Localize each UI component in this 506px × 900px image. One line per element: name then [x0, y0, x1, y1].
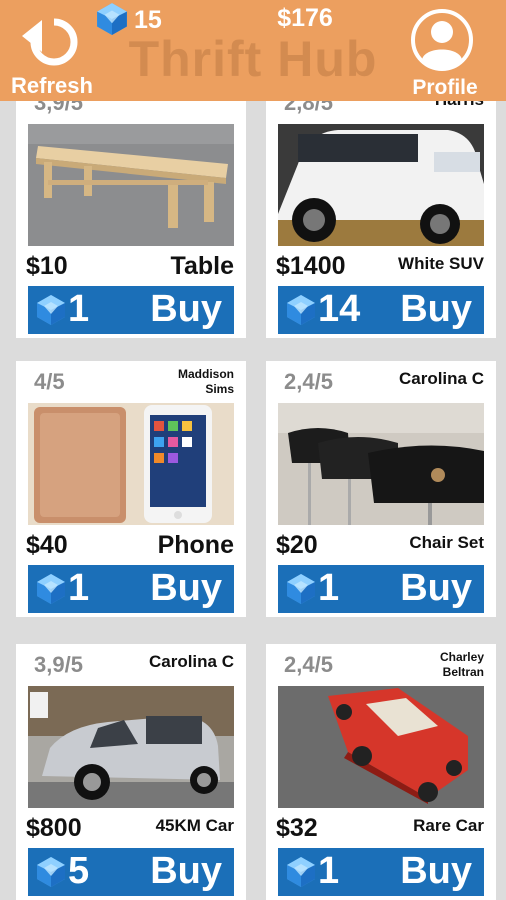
listing-card: 4/5 Maddison Sims $40 Phone 1 Buy: [16, 361, 246, 617]
item-price: $10: [26, 252, 68, 280]
item-price: $800: [26, 814, 82, 842]
gem-cost: 1: [68, 567, 90, 609]
item-price: $32: [276, 814, 318, 842]
seller-rating: 3,9/5: [34, 652, 83, 677]
item-photo-toy-car: [278, 686, 484, 808]
profile-button[interactable]: Profile: [404, 6, 500, 99]
gem-icon: [286, 573, 316, 605]
buy-label: Buy: [150, 850, 222, 892]
refresh-button[interactable]: Refresh: [2, 8, 102, 98]
buy-label: Buy: [150, 288, 222, 330]
seller-rating: 2,4/5: [284, 652, 333, 677]
listing-card: 2,8/5 Harris $1400 White SUV 14 Buy: [266, 82, 496, 338]
refresh-icon: [22, 18, 78, 66]
gem-cost: 5: [68, 850, 90, 892]
user-icon: [411, 9, 473, 71]
item-photo-table: [28, 124, 234, 246]
seller-name: Carolina C: [148, 652, 234, 671]
gem-icon: [286, 294, 316, 326]
item-name: Table: [170, 252, 234, 280]
gem-balance: 15: [96, 2, 186, 36]
buy-label: Buy: [150, 567, 222, 609]
item-name: Rare Car: [413, 816, 484, 835]
buy-label: Buy: [400, 288, 472, 330]
item-name: 45KM Car: [155, 816, 234, 835]
buy-button[interactable]: 1 Buy: [28, 565, 234, 613]
seller-name-line: Sims: [205, 382, 234, 396]
seller-rating: 2,4/5: [284, 369, 333, 394]
seller-rating: 4/5: [34, 369, 65, 394]
item-photo-microcar: [28, 686, 234, 808]
seller-name: Charley Beltran: [440, 650, 484, 680]
buy-button[interactable]: 14 Buy: [278, 286, 484, 334]
item-price: $40: [26, 531, 68, 559]
item-photo-chairs: [278, 403, 484, 525]
money-balance: $176: [277, 4, 333, 32]
gem-icon: [36, 573, 66, 605]
buy-button[interactable]: 1 Buy: [28, 286, 234, 334]
item-price: $20: [276, 531, 318, 559]
gem-icon: [286, 856, 316, 888]
buy-button[interactable]: 1 Buy: [278, 565, 484, 613]
item-name: White SUV: [398, 254, 484, 273]
app-header: Thrift Hub Refresh 15 $176 Profile: [0, 0, 506, 101]
listing-card: 3,9/5 Carolina C $800 45KM Car 5 Buy: [16, 644, 246, 900]
seller-name-line: Charley: [439, 650, 484, 664]
seller-name-line: Maddison: [178, 367, 234, 381]
gem-icon: [96, 2, 128, 36]
gem-cost: 1: [318, 850, 340, 892]
item-name: Chair Set: [409, 533, 484, 552]
seller-name-line: Beltran: [442, 665, 484, 679]
gem-cost: 14: [318, 288, 361, 330]
gem-cost: 1: [318, 567, 340, 609]
buy-label: Buy: [400, 850, 472, 892]
item-photo-phone: [28, 403, 234, 525]
seller-name: Carolina C: [398, 369, 484, 388]
buy-button[interactable]: 1 Buy: [278, 848, 484, 896]
gem-count-value: 15: [134, 6, 162, 34]
item-name: Phone: [157, 531, 234, 559]
profile-label: Profile: [412, 76, 478, 99]
listing-card: 3,9/5 $10 Table 1 Buy: [16, 82, 246, 338]
gem-icon: [36, 856, 66, 888]
listing-card: 2,4/5 Charley Beltran $32 Rare Car 1 Buy: [266, 644, 496, 900]
item-photo-suv: [278, 124, 484, 246]
buy-label: Buy: [400, 567, 472, 609]
gem-cost: 1: [68, 288, 90, 330]
item-price: $1400: [276, 252, 346, 280]
seller-name: Maddison Sims: [178, 367, 234, 397]
gem-icon: [36, 294, 66, 326]
listing-card: 2,4/5 Carolina C $20 Chair Set 1 Buy: [266, 361, 496, 617]
buy-button[interactable]: 5 Buy: [28, 848, 234, 896]
refresh-label: Refresh: [11, 73, 93, 98]
